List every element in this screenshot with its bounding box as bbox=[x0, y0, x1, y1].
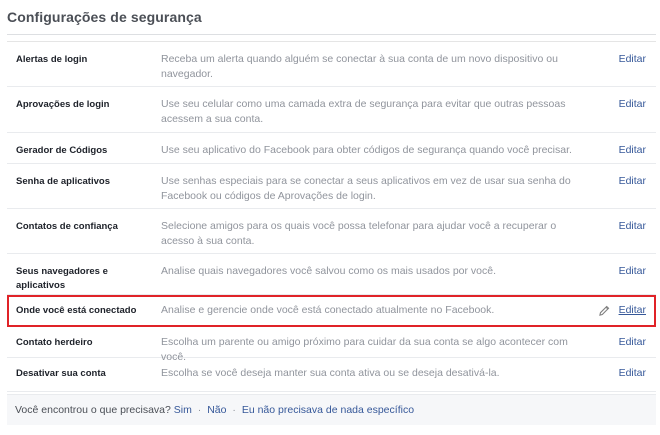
feedback-no-link[interactable]: Não bbox=[207, 404, 226, 416]
row-label: Aprovações de login bbox=[16, 99, 110, 110]
separator-dot: · bbox=[197, 404, 202, 416]
settings-row-where-logged-in[interactable]: Onde você está conectado Analise e geren… bbox=[7, 295, 656, 327]
row-label: Seus navegadores e aplicativos bbox=[16, 266, 108, 291]
settings-row-trusted-contacts[interactable]: Contatos de confiança Selecione amigos p… bbox=[7, 209, 656, 254]
settings-row-deactivate-account[interactable]: Desativar sua conta Escolha se você dese… bbox=[7, 358, 656, 392]
row-description: Selecione amigos para os quais você poss… bbox=[161, 220, 557, 247]
feedback-question: Você encontrou o que precisava? bbox=[15, 404, 171, 416]
settings-row-legacy-contact[interactable]: Contato herdeiro Escolha um parente ou a… bbox=[7, 327, 656, 363]
edit-link[interactable]: Editar bbox=[619, 366, 646, 381]
page-title: Configurações de segurança bbox=[7, 9, 202, 25]
feedback-not-needed-link[interactable]: Eu não precisava de nada específico bbox=[242, 404, 414, 416]
row-description: Use seu celular como uma camada extra de… bbox=[161, 98, 566, 125]
row-label: Contatos de confiança bbox=[16, 221, 118, 232]
edit-link[interactable]: Editar bbox=[619, 264, 646, 279]
title-divider bbox=[7, 34, 656, 35]
edit-link[interactable]: Editar bbox=[619, 52, 646, 67]
settings-row-login-alerts[interactable]: Alertas de login Receba um alerta quando… bbox=[7, 42, 656, 87]
settings-row-app-passwords[interactable]: Senha de aplicativos Use senhas especiai… bbox=[7, 164, 656, 209]
edit-link[interactable]: Editar bbox=[619, 219, 646, 234]
row-label: Onde você está conectado bbox=[16, 305, 137, 316]
row-label: Senha de aplicativos bbox=[16, 176, 110, 187]
row-description: Analise quais navegadores você salvou co… bbox=[161, 265, 497, 277]
row-description: Receba um alerta quando alguém se conect… bbox=[161, 53, 558, 80]
security-settings-table: Alertas de login Receba um alerta quando… bbox=[7, 41, 656, 392]
row-description: Use senhas especiais para se conectar a … bbox=[161, 175, 571, 202]
row-description: Escolha se você deseja manter sua conta … bbox=[161, 367, 500, 379]
row-description: Analise e gerencie onde você está conect… bbox=[161, 304, 495, 316]
edit-link[interactable]: Editar bbox=[619, 143, 646, 158]
row-description: Use seu aplicativo do Facebook para obte… bbox=[161, 144, 572, 156]
row-label: Contato herdeiro bbox=[16, 337, 93, 348]
pencil-icon bbox=[599, 305, 610, 316]
edit-link[interactable]: Editar bbox=[619, 303, 646, 318]
settings-row-browsers-apps[interactable]: Seus navegadores e aplicativos Analise q… bbox=[7, 254, 656, 295]
feedback-footer: Você encontrou o que precisava? Sim · Nã… bbox=[7, 394, 656, 425]
edit-link[interactable]: Editar bbox=[619, 335, 646, 350]
settings-row-code-generator[interactable]: Gerador de Códigos Use seu aplicativo do… bbox=[7, 133, 656, 164]
settings-row-login-approvals[interactable]: Aprovações de login Use seu celular como… bbox=[7, 87, 656, 133]
row-label: Desativar sua conta bbox=[16, 368, 106, 379]
edit-link[interactable]: Editar bbox=[619, 97, 646, 112]
separator-dot: · bbox=[232, 404, 236, 416]
edit-link[interactable]: Editar bbox=[619, 174, 646, 189]
row-label: Gerador de Códigos bbox=[16, 145, 108, 156]
feedback-yes-link[interactable]: Sim bbox=[174, 404, 192, 416]
row-label: Alertas de login bbox=[16, 54, 88, 65]
